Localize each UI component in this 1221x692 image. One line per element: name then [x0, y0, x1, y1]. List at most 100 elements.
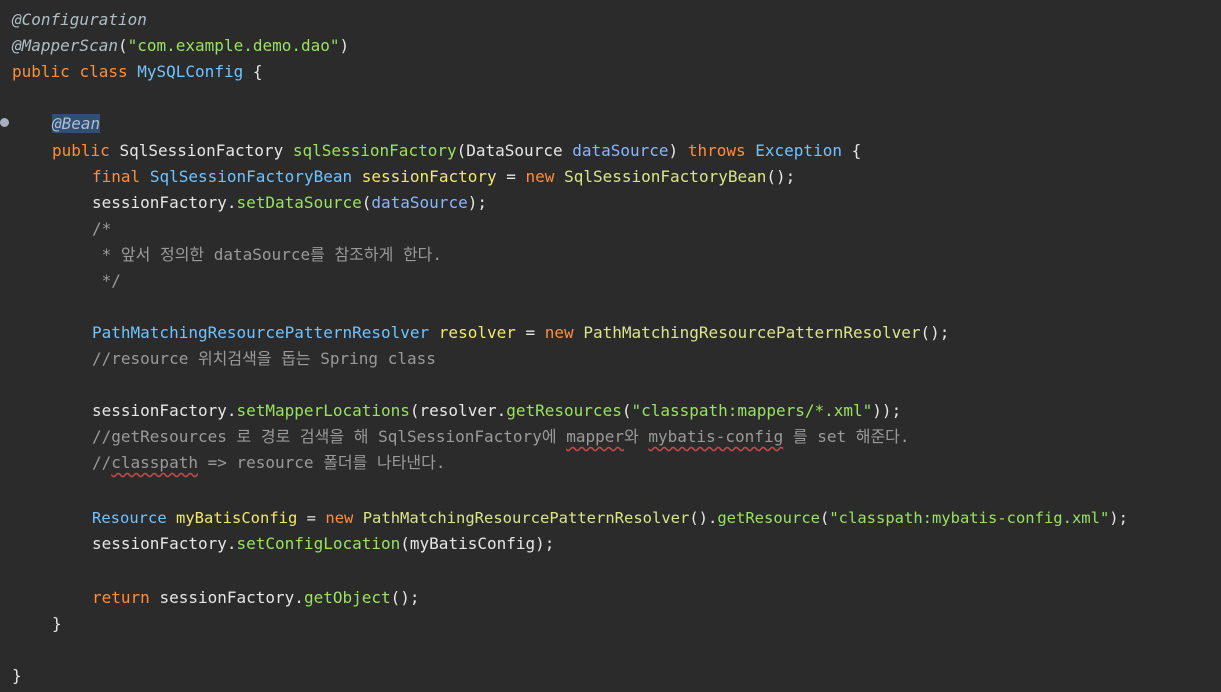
- punctuation: ();: [390, 588, 420, 607]
- brace: }: [52, 614, 62, 633]
- brace: }: [12, 666, 22, 685]
- brace: {: [851, 141, 862, 160]
- keyword: return: [92, 588, 150, 607]
- string-literal: "classpath:mybatis-config.xml": [829, 509, 1110, 527]
- method-call: getResource: [717, 509, 820, 527]
- keyword: new: [325, 509, 354, 527]
- code-line-21: sessionFactory.setConfigLocation(myBatis…: [12, 531, 554, 557]
- dot: .: [294, 588, 304, 607]
- code-line-17: //getResources 로 경로 검색을 해 SqlSessionFact…: [12, 424, 910, 450]
- paren: (: [456, 141, 467, 160]
- code-line-10: * 앞서 정의한 dataSource를 참조하게 한다.: [12, 242, 442, 268]
- type-name: Resource: [92, 509, 167, 527]
- code-line-13: PathMatchingResourcePatternResolver reso…: [12, 320, 949, 346]
- object-ref: resolver: [419, 401, 497, 420]
- type-name: PathMatchingResourcePatternResolver: [92, 323, 430, 342]
- keyword: public: [52, 141, 110, 160]
- comment: 를 set 해준다.: [783, 427, 910, 446]
- operator: =: [525, 323, 536, 342]
- code-line-18: //classpath => resource 폴더를 나타낸다.: [12, 450, 446, 476]
- annotation-selected[interactable]: @Bean: [52, 114, 101, 133]
- paren: (: [400, 534, 410, 553]
- code-line-14: //resource 위치검색을 돕는 Spring class: [12, 346, 436, 372]
- code-line-2: @MapperScan("com.example.demo.dao"): [12, 33, 349, 59]
- paren: ): [339, 36, 350, 55]
- keyword: public: [12, 62, 70, 81]
- spell-check-word: mybatis-config: [648, 427, 784, 446]
- paren: (: [361, 193, 372, 212]
- comment: * 앞서 정의한 dataSource를 참조하게 한다.: [92, 245, 443, 264]
- variable: sessionFactory: [361, 167, 497, 186]
- keyword: class: [79, 62, 128, 81]
- variable: resolver: [438, 323, 516, 342]
- dot: .: [226, 193, 237, 212]
- method-call: getResources: [506, 401, 622, 420]
- method-call: setDataSource: [236, 193, 362, 212]
- argument: myBatisConfig: [409, 534, 536, 553]
- punctuation: ();: [920, 323, 950, 342]
- comment: 와: [623, 427, 649, 446]
- object-ref: sessionFactory: [92, 193, 227, 212]
- code-line-16: sessionFactory.setMapperLocations(resolv…: [12, 398, 901, 424]
- comment: //resource 위치검색을 돕는 Spring class: [92, 349, 436, 368]
- keyword: new: [544, 323, 574, 342]
- dot: .: [496, 401, 507, 420]
- class-name: MySQLConfig: [137, 62, 244, 81]
- method-name: sqlSessionFactory: [292, 141, 457, 160]
- code-line-11: */: [12, 268, 121, 294]
- paren: (: [409, 401, 420, 420]
- dot: .: [226, 401, 237, 420]
- paren: );: [1109, 509, 1128, 527]
- spell-check-word: classpath: [111, 453, 198, 472]
- string-literal: "com.example.demo.dao": [127, 36, 340, 55]
- code-line-24: }: [12, 611, 62, 637]
- constructor: SqlSessionFactoryBean: [564, 167, 767, 186]
- code-line-3: public class MySQLConfig {: [12, 59, 263, 85]
- operator: =: [306, 509, 317, 527]
- code-line-9: /*: [12, 216, 111, 242]
- code-line-1: @Configuration: [12, 7, 147, 33]
- param-name: dataSource: [572, 141, 669, 160]
- object-ref: sessionFactory: [159, 588, 295, 607]
- code-line-7: final SqlSessionFactoryBean sessionFacto…: [12, 164, 795, 190]
- spell-check-word: mapper: [566, 427, 624, 446]
- brace: {: [252, 62, 263, 81]
- method-call: setConfigLocation: [236, 534, 401, 553]
- argument: dataSource: [371, 193, 468, 212]
- return-type: SqlSessionFactory: [119, 141, 284, 160]
- comment: => resource 폴더를 나타낸다.: [197, 453, 446, 472]
- type-name: SqlSessionFactoryBean: [149, 167, 353, 186]
- method-call: setMapperLocations: [236, 401, 410, 420]
- code-line-5: @Bean: [12, 111, 101, 137]
- operator: =: [506, 167, 516, 186]
- code-editor[interactable]: @Configuration @MapperScan("com.example.…: [0, 0, 1221, 692]
- paren: ): [668, 141, 679, 160]
- string-literal: "classpath:mappers/*.xml": [631, 401, 873, 420]
- code-line-20: Resource myBatisConfig = new PathMatchin…: [12, 505, 1128, 531]
- code-line-26: }: [12, 663, 22, 689]
- annotation: @MapperScan: [12, 36, 118, 55]
- code-line-23: return sessionFactory.getObject();: [12, 585, 420, 611]
- annotation: @Configuration: [12, 10, 147, 29]
- constructor: PathMatchingResourcePatternResolver: [583, 323, 921, 342]
- keyword: new: [525, 167, 555, 186]
- keyword: throws: [687, 141, 746, 160]
- comment: //: [92, 453, 112, 472]
- punctuation: ().: [689, 509, 718, 527]
- constructor: PathMatchingResourcePatternResolver: [362, 509, 690, 527]
- comment: //getResources 로 경로 검색을 해 SqlSessionFact…: [92, 427, 567, 446]
- comment: /*: [92, 219, 112, 238]
- paren: );: [535, 534, 555, 553]
- keyword: final: [92, 167, 141, 186]
- code-line-8: sessionFactory.setDataSource(dataSource)…: [12, 190, 487, 216]
- object-ref: sessionFactory: [92, 401, 227, 420]
- variable: myBatisConfig: [176, 509, 298, 527]
- paren: (: [819, 509, 830, 527]
- paren: );: [467, 193, 487, 212]
- method-call: getObject: [303, 588, 391, 607]
- code-line-6: public SqlSessionFactory sqlSessionFacto…: [12, 138, 861, 164]
- dot: .: [226, 534, 237, 553]
- breakpoint-dot-icon[interactable]: [0, 118, 9, 127]
- exception-type: Exception: [755, 141, 842, 160]
- comment: */: [92, 271, 121, 290]
